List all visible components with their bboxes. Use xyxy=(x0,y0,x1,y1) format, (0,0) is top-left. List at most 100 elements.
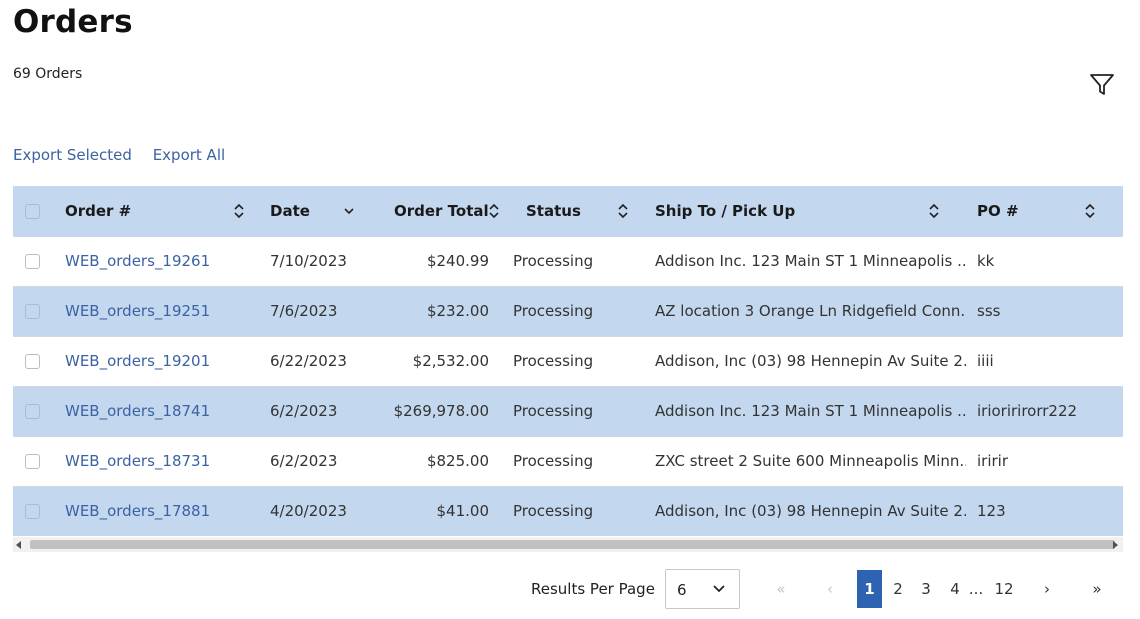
column-header-order[interactable]: Order # xyxy=(52,186,257,236)
chevron-down-icon xyxy=(713,585,725,593)
column-label: Order Total xyxy=(394,201,489,220)
next-page-button[interactable]: › xyxy=(1038,570,1056,608)
row-checkbox[interactable] xyxy=(25,304,40,319)
sort-icon[interactable] xyxy=(617,202,629,220)
orders-table: Order # Date Order Total Status Ship To … xyxy=(13,186,1123,536)
horizontal-scrollbar[interactable] xyxy=(13,537,1123,552)
ship-to-cell: Addison, Inc (03) 98 Hennepin Av Suite 2… xyxy=(655,352,966,370)
column-header-po[interactable]: PO # xyxy=(966,186,1123,236)
status-cell: Processing xyxy=(513,452,594,470)
column-label: Order # xyxy=(65,201,132,220)
order-number-cell: WEB_orders_19251 xyxy=(52,286,257,336)
first-page-button[interactable]: « xyxy=(772,570,790,608)
filter-icon[interactable] xyxy=(1089,71,1115,97)
row-select-cell xyxy=(13,386,52,436)
column-label: Date xyxy=(270,201,310,220)
sort-icon[interactable] xyxy=(928,202,940,220)
order-link[interactable]: WEB_orders_19201 xyxy=(65,352,210,370)
row-checkbox[interactable] xyxy=(25,504,40,520)
ship-to-cell: ZXC street 2 Suite 600 Minneapolis Minn.… xyxy=(655,452,966,470)
order-total-cell: $232.00 xyxy=(426,302,489,320)
pagination-ellipsis: ... xyxy=(968,580,984,598)
previous-page-button[interactable]: ‹ xyxy=(823,570,837,608)
column-header-date[interactable]: Date xyxy=(257,186,381,236)
order-total-cell: $269,978.00 xyxy=(393,402,489,420)
date-cell: 4/20/2023 xyxy=(270,502,347,521)
date-cell: 6/2/2023 xyxy=(270,452,338,470)
select-all-checkbox[interactable] xyxy=(25,203,40,219)
po-cell: kk xyxy=(977,252,995,270)
row-checkbox[interactable] xyxy=(25,454,40,469)
column-label: PO # xyxy=(977,201,1019,220)
table-row: WEB_orders_19261 7/10/2023 $240.99 Proce… xyxy=(13,236,1123,286)
po-cell: iririr xyxy=(977,452,1009,470)
ship-to-cell: AZ location 3 Orange Ln Ridgefield Conn.… xyxy=(655,302,966,320)
status-cell: Processing xyxy=(513,402,594,420)
order-link[interactable]: WEB_orders_18741 xyxy=(65,402,210,420)
export-all-link[interactable]: Export All xyxy=(153,146,225,164)
table-row: WEB_orders_17881 4/20/2023 $41.00 Proces… xyxy=(13,486,1123,536)
status-cell: Processing xyxy=(513,302,594,320)
order-total-cell: $2,532.00 xyxy=(412,352,489,370)
order-link[interactable]: WEB_orders_19251 xyxy=(65,302,210,320)
page-1-button[interactable]: 1 xyxy=(857,570,882,608)
row-checkbox[interactable] xyxy=(25,254,40,269)
row-select-cell xyxy=(13,436,52,486)
status-cell: Processing xyxy=(513,352,594,370)
table-row: WEB_orders_18731 6/2/2023 $825.00 Proces… xyxy=(13,436,1123,486)
order-number-cell: WEB_orders_17881 xyxy=(52,486,257,536)
row-select-cell xyxy=(13,236,52,286)
page-title: Orders xyxy=(13,4,133,40)
order-number-cell: WEB_orders_18731 xyxy=(52,436,257,486)
page-4-button[interactable]: 4 xyxy=(946,570,964,608)
page-2-button[interactable]: 2 xyxy=(889,570,907,608)
po-cell: 123 xyxy=(977,502,1006,521)
row-select-cell xyxy=(13,336,52,386)
row-checkbox[interactable] xyxy=(25,404,40,419)
order-number-cell: WEB_orders_18741 xyxy=(52,386,257,436)
table-header-row: Order # Date Order Total Status Ship To … xyxy=(13,186,1123,236)
column-header-order-total[interactable]: Order Total xyxy=(381,186,513,236)
export-actions: Export Selected Export All xyxy=(13,146,241,164)
scroll-right-icon[interactable] xyxy=(1113,541,1118,549)
status-cell: Processing xyxy=(513,252,594,270)
order-total-cell: $41.00 xyxy=(436,502,490,521)
export-selected-link[interactable]: Export Selected xyxy=(13,146,132,164)
table-row: WEB_orders_19251 7/6/2023 $232.00 Proces… xyxy=(13,286,1123,336)
sort-desc-icon[interactable] xyxy=(343,202,355,220)
last-page-button[interactable]: » xyxy=(1086,570,1108,608)
row-select-cell xyxy=(13,286,52,336)
column-header-status[interactable]: Status xyxy=(513,186,642,236)
select-all-cell xyxy=(13,186,52,236)
order-link[interactable]: WEB_orders_19261 xyxy=(65,252,210,270)
date-cell: 6/22/2023 xyxy=(270,352,347,370)
table-row: WEB_orders_19201 6/22/2023 $2,532.00 Pro… xyxy=(13,336,1123,386)
results-per-page-value: 6 xyxy=(677,581,687,599)
status-cell: Processing xyxy=(513,502,594,521)
results-per-page-label: Results Per Page xyxy=(531,580,655,598)
ship-to-cell: Addison Inc. 123 Main ST 1 Minneapolis .… xyxy=(655,402,966,420)
column-header-ship-to[interactable]: Ship To / Pick Up xyxy=(642,186,966,236)
page-12-button[interactable]: 12 xyxy=(990,570,1018,608)
sort-icon[interactable] xyxy=(1084,202,1096,220)
row-select-cell xyxy=(13,486,52,536)
order-link[interactable]: WEB_orders_18731 xyxy=(65,452,210,470)
page-3-button[interactable]: 3 xyxy=(917,570,935,608)
ship-to-cell: Addison Inc. 123 Main ST 1 Minneapolis .… xyxy=(655,252,966,270)
scroll-left-icon[interactable] xyxy=(16,541,21,549)
sort-icon[interactable] xyxy=(488,202,500,220)
column-label: Status xyxy=(526,201,581,220)
row-checkbox[interactable] xyxy=(25,354,40,369)
po-cell: irioririrorr222 xyxy=(977,402,1078,420)
results-per-page-select[interactable]: 6 xyxy=(665,569,740,609)
ship-to-cell: Addison, Inc (03) 98 Hennepin Av Suite 2… xyxy=(655,502,966,521)
sort-icon[interactable] xyxy=(233,202,245,220)
orders-count: 69 Orders xyxy=(13,66,83,82)
order-number-cell: WEB_orders_19261 xyxy=(52,236,257,286)
scrollbar-thumb[interactable] xyxy=(30,540,1115,549)
date-cell: 6/2/2023 xyxy=(270,402,338,420)
po-cell: iiii xyxy=(977,352,994,370)
order-link[interactable]: WEB_orders_17881 xyxy=(65,502,210,520)
order-total-cell: $240.99 xyxy=(426,252,489,270)
date-cell: 7/10/2023 xyxy=(270,252,347,270)
